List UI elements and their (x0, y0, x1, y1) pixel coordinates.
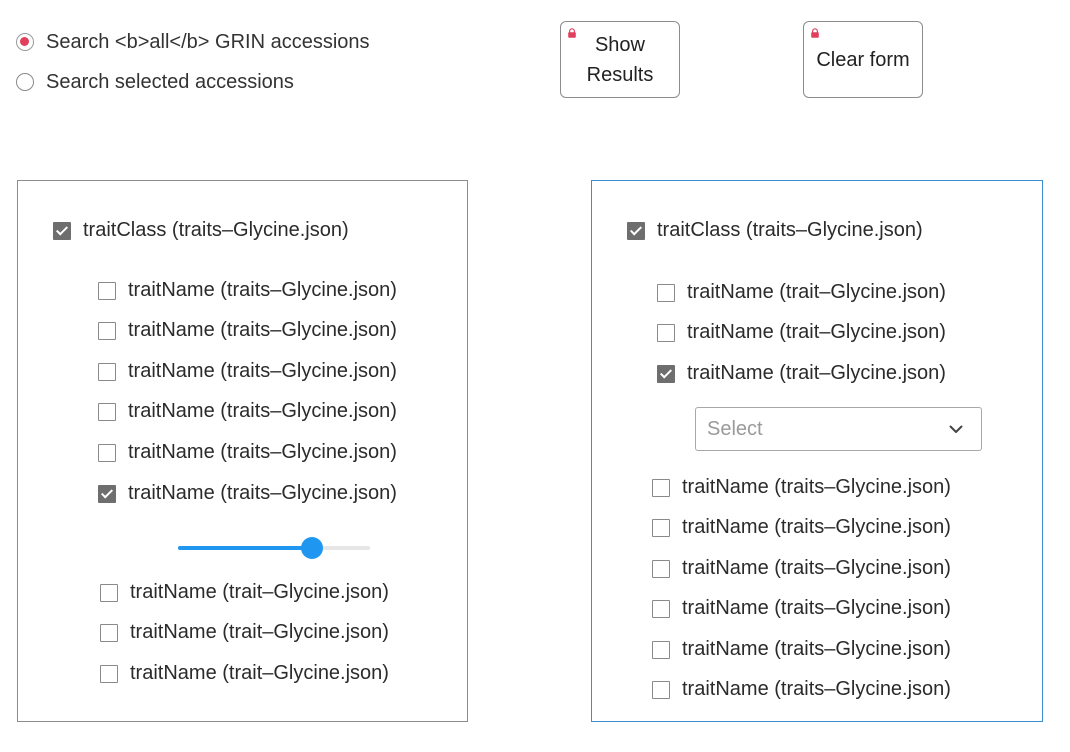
checkbox[interactable] (100, 583, 118, 602)
trait-item[interactable]: traitName (traits–Glycine.json) (98, 441, 397, 464)
checkbox[interactable] (100, 664, 118, 683)
trait-item[interactable]: traitName (traits–Glycine.json) (652, 557, 951, 580)
trait-item[interactable]: traitName (trait–Glycine.json) (100, 621, 389, 644)
trait-class-item[interactable]: traitClass (traits–Glycine.json) (53, 219, 349, 242)
trait-class-label: traitClass (traits–Glycine.json) (83, 219, 349, 241)
checkbox[interactable] (652, 518, 670, 537)
trait-label: traitName (trait–Glycine.json) (130, 621, 389, 643)
select-placeholder: Select (707, 417, 763, 440)
trait-label: traitName (trait–Glycine.json) (687, 321, 946, 343)
checkbox[interactable] (627, 221, 645, 240)
checkbox[interactable] (652, 680, 670, 699)
checkbox[interactable] (98, 362, 116, 381)
trait-item[interactable]: traitName (trait–Glycine.json) (657, 362, 946, 385)
checkbox[interactable] (652, 599, 670, 618)
trait-label: traitName (traits–Glycine.json) (682, 557, 951, 579)
trait-label: traitName (traits–Glycine.json) (128, 319, 397, 341)
trait-item[interactable]: traitName (traits–Glycine.json) (652, 678, 951, 701)
checkbox[interactable] (652, 640, 670, 659)
trait-item[interactable]: traitName (traits–Glycine.json) (652, 638, 951, 661)
checkbox[interactable] (53, 221, 71, 240)
trait-label: traitName (traits–Glycine.json) (682, 476, 951, 498)
checkbox[interactable] (652, 559, 670, 578)
trait-item[interactable]: traitName (traits–Glycine.json) (98, 400, 397, 423)
checkbox[interactable] (100, 623, 118, 642)
clear-form-button[interactable]: Clear form (803, 21, 923, 98)
trait-label: traitName (traits–Glycine.json) (682, 638, 951, 660)
slider-fill (178, 546, 313, 550)
trait-item[interactable]: traitName (trait–Glycine.json) (100, 581, 389, 604)
trait-label: traitName (traits–Glycine.json) (128, 482, 397, 504)
radio-search-selected[interactable]: Search selected accessions (16, 70, 294, 94)
trait-label: traitName (traits–Glycine.json) (682, 597, 951, 619)
trait-item[interactable]: traitName (traits–Glycine.json) (652, 516, 951, 539)
checkbox[interactable] (98, 402, 116, 421)
radio-label: Search <b>all</b> GRIN accessions (46, 30, 370, 53)
show-results-line1: Show (594, 33, 645, 56)
radio-label: Search selected accessions (46, 70, 294, 93)
checkbox[interactable] (657, 364, 675, 383)
trait-label: traitName (traits–Glycine.json) (128, 400, 397, 422)
checkbox[interactable] (98, 281, 116, 300)
trait-panel-left: traitClass (traits–Glycine.json) traitNa… (17, 180, 468, 722)
radio-button[interactable] (16, 33, 34, 51)
trait-item[interactable]: traitName (traits–Glycine.json) (98, 360, 397, 383)
trait-label: traitName (traits–Glycine.json) (128, 441, 397, 463)
trait-item[interactable]: traitName (traits–Glycine.json) (98, 482, 397, 505)
trait-panel-right: traitClass (traits–Glycine.json) traitNa… (591, 180, 1043, 722)
lock-icon (811, 28, 819, 38)
checkbox[interactable] (98, 321, 116, 340)
radio-button[interactable] (16, 73, 34, 91)
clear-form-label: Clear form (816, 48, 910, 71)
trait-label: traitName (trait–Glycine.json) (130, 581, 389, 603)
checkbox[interactable] (652, 478, 670, 497)
trait-item[interactable]: traitName (traits–Glycine.json) (98, 319, 397, 342)
chevron-down-icon (949, 425, 963, 433)
trait-item[interactable]: traitName (trait–Glycine.json) (657, 321, 946, 344)
trait-label: traitName (traits–Glycine.json) (128, 360, 397, 382)
show-results-line2: Results (586, 63, 654, 86)
trait-item[interactable]: traitName (trait–Glycine.json) (100, 662, 389, 685)
lock-icon (568, 28, 576, 38)
trait-label: traitName (traits–Glycine.json) (682, 678, 951, 700)
show-results-label: Show Results (587, 30, 654, 90)
slider-thumb[interactable] (301, 537, 324, 559)
trait-value-select[interactable]: Select (695, 407, 982, 451)
trait-label: traitName (traits–Glycine.json) (682, 516, 951, 538)
checkbox[interactable] (98, 484, 116, 503)
checkbox[interactable] (657, 283, 675, 302)
checkbox[interactable] (657, 323, 675, 342)
trait-item[interactable]: traitName (trait–Glycine.json) (657, 281, 946, 304)
trait-label: traitName (trait–Glycine.json) (687, 281, 946, 303)
trait-label: traitName (traits–Glycine.json) (128, 279, 397, 301)
show-results-button[interactable]: Show Results (560, 21, 680, 98)
trait-item[interactable]: traitName (traits–Glycine.json) (652, 597, 951, 620)
trait-class-item[interactable]: traitClass (traits–Glycine.json) (627, 219, 923, 242)
trait-label: traitName (trait–Glycine.json) (130, 662, 389, 684)
radio-search-all[interactable]: Search <b>all</b> GRIN accessions (16, 30, 370, 54)
trait-item[interactable]: traitName (traits–Glycine.json) (652, 476, 951, 499)
trait-item[interactable]: traitName (traits–Glycine.json) (98, 279, 397, 302)
trait-label: traitName (trait–Glycine.json) (687, 362, 946, 384)
trait-class-label: traitClass (traits–Glycine.json) (657, 219, 923, 241)
trait-range-slider[interactable] (178, 537, 370, 559)
checkbox[interactable] (98, 443, 116, 462)
